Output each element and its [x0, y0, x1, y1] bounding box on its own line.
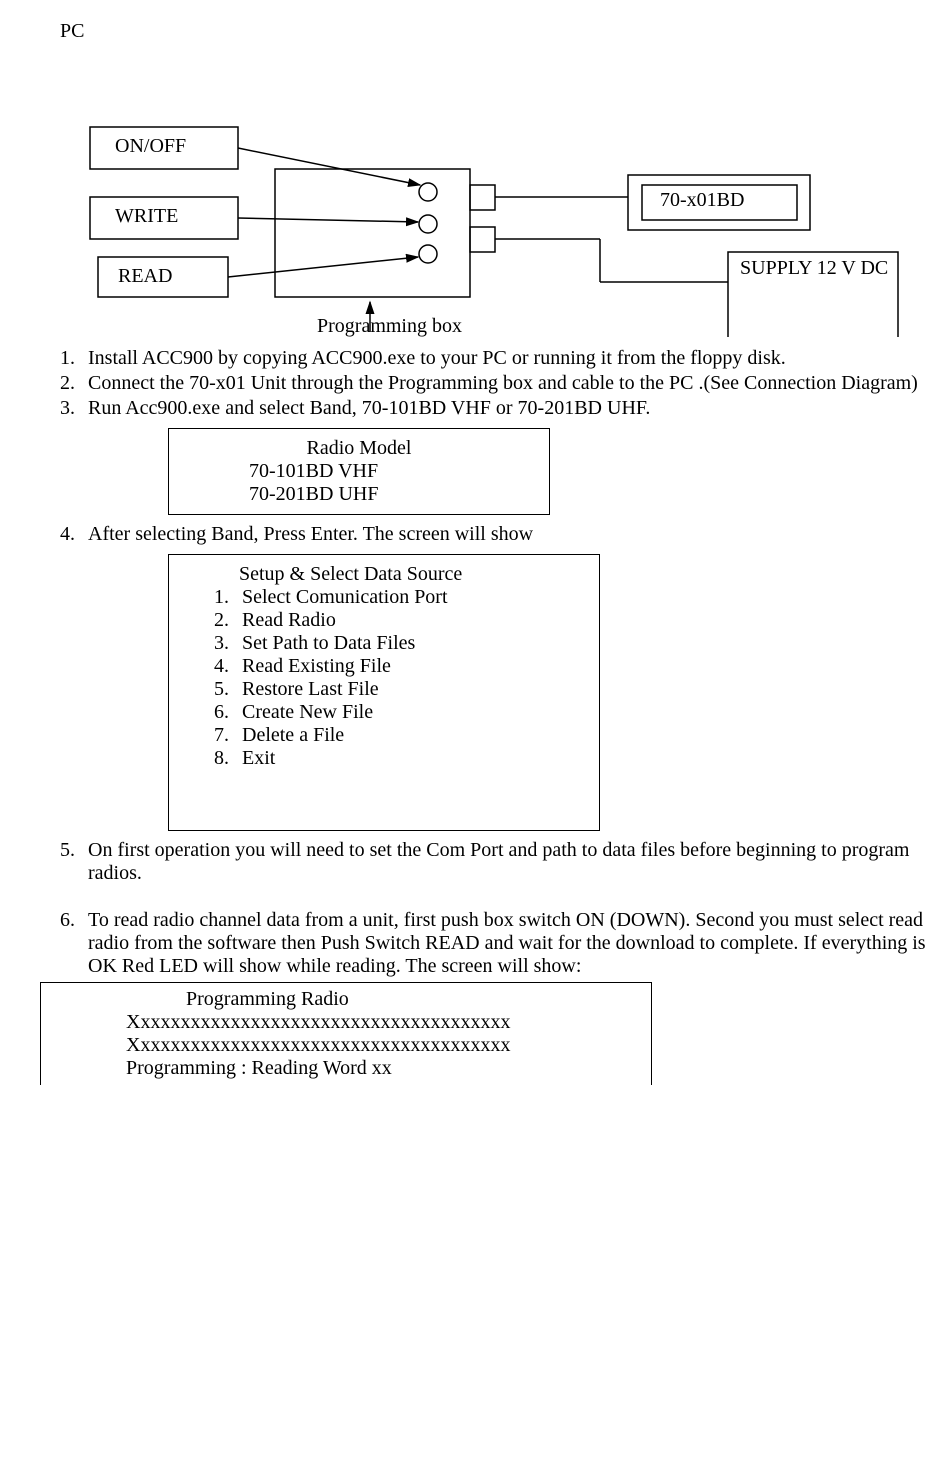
pc-label: PC [60, 20, 948, 43]
radio-model-box: Radio Model 70-101BD VHF 70-201BD UHF [168, 428, 550, 515]
setup-item-1: Select Comunication Port [234, 586, 589, 609]
step-4: After selecting Band, Press Enter. The s… [80, 523, 948, 831]
step-1: Install ACC900 by copying ACC900.exe to … [80, 347, 948, 370]
radio-model-opt2: 70-201BD UHF [249, 483, 539, 506]
programming-line1: Xxxxxxxxxxxxxxxxxxxxxxxxxxxxxxxxxxxxxx [126, 1011, 641, 1034]
setup-item-3: Set Path to Data Files [234, 632, 589, 655]
instructions-list: Install ACC900 by copying ACC900.exe to … [40, 347, 948, 978]
step-2: Connect the 70-x01 Unit through the Prog… [80, 372, 948, 395]
step-5-text: On first operation you will need to set … [88, 839, 909, 884]
step-6: To read radio channel data from a unit, … [80, 909, 948, 978]
read-label: READ [118, 265, 172, 288]
connection-diagram: ON/OFF WRITE READ Programming box 70-x01… [40, 57, 920, 337]
programming-title: Programming Radio [186, 988, 641, 1011]
programming-radio-box: Programming Radio Xxxxxxxxxxxxxxxxxxxxxx… [40, 982, 652, 1085]
setup-title: Setup & Select Data Source [239, 563, 589, 586]
radio-model-title: Radio Model [179, 437, 539, 460]
step-3: Run Acc900.exe and select Band, 70-101BD… [80, 397, 948, 515]
setup-menu-box: Setup & Select Data Source Select Comuni… [168, 554, 600, 831]
write-label: WRITE [115, 205, 178, 228]
step-5: On first operation you will need to set … [80, 839, 948, 907]
setup-item-2: Read Radio [234, 609, 589, 632]
programming-line2: Xxxxxxxxxxxxxxxxxxxxxxxxxxxxxxxxxxxxxx [126, 1034, 641, 1057]
setup-item-7: Delete a File [234, 724, 589, 747]
setup-item-8: Exit [234, 747, 589, 770]
step-3-text: Run Acc900.exe and select Band, 70-101BD… [88, 397, 650, 419]
programming-line3: Programming : Reading Word xx [126, 1057, 641, 1080]
onoff-label: ON/OFF [115, 135, 186, 158]
setup-item-6: Create New File [234, 701, 589, 724]
setup-item-5: Restore Last File [234, 678, 589, 701]
programming-box-caption: Programming box [317, 315, 462, 338]
device-label: 70-x01BD [660, 189, 744, 212]
step-4-text: After selecting Band, Press Enter. The s… [88, 523, 533, 545]
setup-menu-list: Select Comunication Port Read Radio Set … [179, 586, 589, 770]
radio-model-opt1: 70-101BD VHF [249, 460, 539, 483]
supply-label: SUPPLY 12 V DC [740, 257, 890, 280]
setup-item-4: Read Existing File [234, 655, 589, 678]
